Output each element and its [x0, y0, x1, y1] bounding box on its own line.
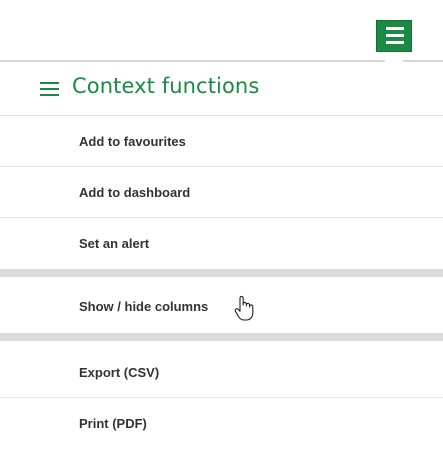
- hand-pointer-icon: [234, 295, 254, 321]
- document-menu-icon: [386, 27, 404, 47]
- menu-item-print-pdf[interactable]: Print (PDF): [0, 398, 443, 449]
- context-menu-toggle-button[interactable]: [376, 20, 412, 52]
- menu-item-label: Set an alert: [79, 236, 150, 251]
- menu-item-label: Add to favourites: [79, 134, 186, 149]
- menu-item-label: Export (CSV): [79, 365, 160, 380]
- menu-item-label: Show / hide columns: [79, 299, 209, 314]
- hover-highlight-top: [0, 269, 443, 277]
- context-menu-list: Add to favourites Add to dashboard Set a…: [0, 116, 443, 449]
- panel-title: Context functions: [72, 74, 260, 98]
- panel-header: Context functions: [0, 62, 443, 116]
- context-functions-panel: Context functions Add to favourites Add …: [0, 62, 443, 441]
- popup-pointer: [384, 52, 404, 62]
- menu-item-export-csv[interactable]: Export (CSV): [0, 347, 443, 398]
- menu-item-add-to-favourites[interactable]: Add to favourites: [0, 116, 443, 167]
- menu-item-add-to-dashboard[interactable]: Add to dashboard: [0, 167, 443, 218]
- menu-item-label: Add to dashboard: [79, 185, 191, 200]
- hover-highlight-bottom: [0, 333, 443, 341]
- top-toolbar: [0, 0, 443, 62]
- menu-item-set-an-alert[interactable]: Set an alert: [0, 218, 443, 269]
- menu-item-show-hide-columns[interactable]: Show / hide columns: [0, 269, 443, 341]
- hamburger-icon: [40, 82, 59, 96]
- menu-item-label: Print (PDF): [79, 416, 147, 431]
